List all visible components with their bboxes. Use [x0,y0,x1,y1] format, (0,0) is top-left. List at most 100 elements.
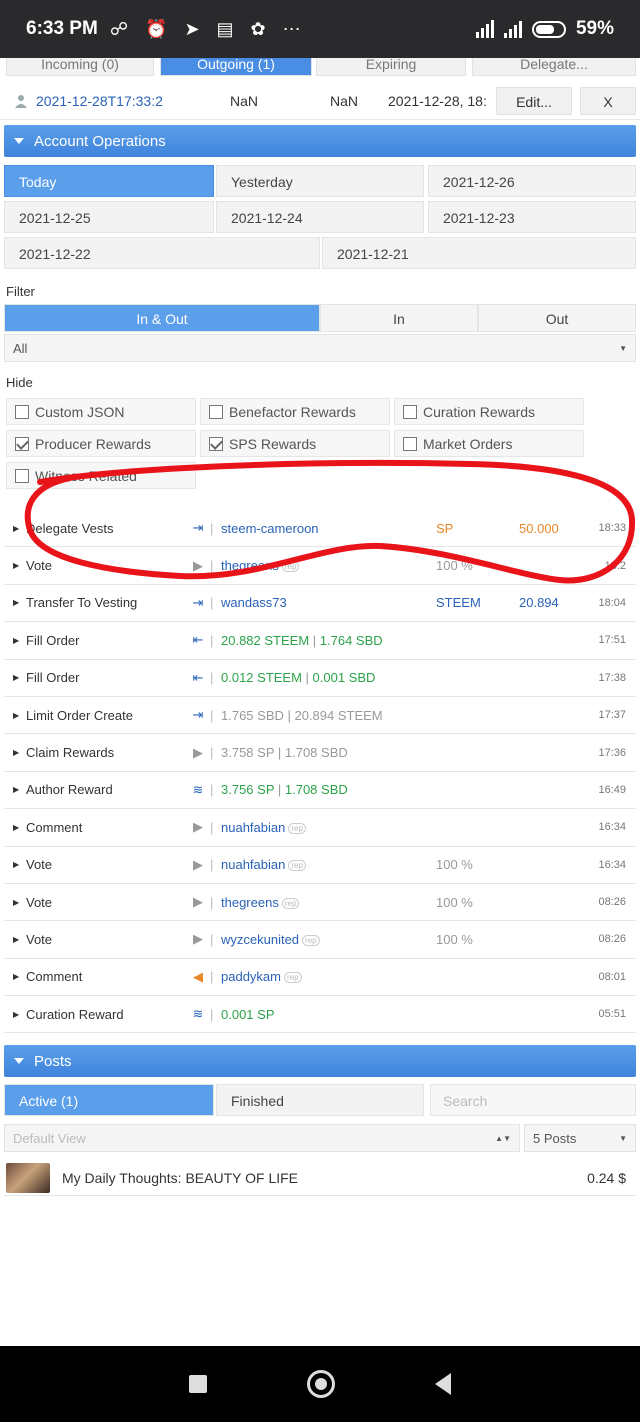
expand-caret-icon[interactable]: ▶ [13,972,19,981]
checkbox-checked-icon [209,436,223,451]
tab-expiring[interactable]: Expiring [316,58,466,76]
steem-logo-icon: ≋ [192,781,204,797]
tab-outgoing[interactable]: Outgoing (1) [160,58,312,76]
operation-detail[interactable]: thegreens rep [221,895,300,910]
account-operations-header[interactable]: Account Operations [4,125,636,157]
operation-row[interactable]: ▶ Transfer To Vesting ⇥ | wandass73 STEEM 20.8… [4,585,636,623]
edit-button[interactable]: Edit... [496,86,572,115]
expand-caret-icon[interactable]: ▶ [13,860,19,869]
hide-option-label: Benefactor Rewards [229,403,356,420]
posts-header[interactable]: Posts [4,1045,636,1077]
hide-custom-json[interactable]: Custom JSON [6,398,196,425]
operation-amount: 50.000 [519,520,559,536]
hide-producer-rewards[interactable]: Producer Rewards [6,430,196,457]
recents-icon[interactable] [189,1375,207,1393]
day-2021-12-26[interactable]: 2021-12-26 [428,165,636,197]
operation-row[interactable]: ▶ Vote ▶ | wyzcekunited rep 100 % 08:26 [4,921,636,959]
post-title[interactable]: My Daily Thoughts: BEAUTY OF LIFE [62,1170,298,1186]
operation-row[interactable]: ▶ Vote ▶ | nuahfabian rep 100 % 16:34 [4,847,636,884]
separator: | [210,1006,214,1022]
hide-option-label: Curation Rewards [423,403,536,420]
expand-caret-icon[interactable]: ▶ [13,935,19,944]
expand-caret-icon[interactable]: ▶ [13,898,19,907]
operation-row[interactable]: ▶ Author Reward ≋ | 3.756 SP | 1.708 SBD 16:4… [4,772,636,810]
home-icon[interactable] [307,1370,335,1398]
day-yesterday[interactable]: Yesterday [216,165,424,197]
separator: | [210,595,214,611]
operation-row[interactable]: ▶ Fill Order ⇤ | 0.012 STEEM | 0.001 SBD 17:3… [4,660,636,697]
day-today[interactable]: Today [4,165,214,197]
operation-row[interactable]: ▶ Claim Rewards ▶ | 3.758 SP | 1.708 SBD 17:3… [4,734,636,772]
operation-time: 17:36 [598,746,626,759]
hide-option-label: Market Orders [423,435,513,452]
post-item[interactable]: My Daily Thoughts: BEAUTY OF LIFE 0.24 $ [4,1160,636,1196]
operation-detail[interactable]: nuahfabian rep [221,820,306,835]
posts-view-select[interactable]: Default View ▲▼ [4,1124,520,1152]
tab-incoming[interactable]: Incoming (0) [6,58,154,76]
expand-caret-icon[interactable]: ▶ [13,748,19,757]
posts-count-select[interactable]: 5 Posts ▼ [524,1124,636,1152]
operation-row[interactable]: ▶ Comment ▶ | nuahfabian rep 16:34 [4,809,636,847]
tab-delegate[interactable]: Delegate... [472,58,636,76]
hide-witness-related[interactable]: Witness Related [6,462,196,489]
expand-caret-icon[interactable]: ▶ [13,561,19,570]
hide-sps-rewards[interactable]: SPS Rewards [200,430,390,457]
expand-caret-icon[interactable]: ▶ [13,711,19,720]
day-2021-12-25[interactable]: 2021-12-25 [4,201,214,233]
operation-detail-primary: nuahfabian [221,819,286,835]
day-2021-12-23[interactable]: 2021-12-23 [428,201,636,233]
hide-benefactor-rewards[interactable]: Benefactor Rewards [200,398,390,425]
operation-time: 18:04 [598,596,626,609]
operation-row[interactable]: ▶ Fill Order ⇤ | 20.882 STEEM | 1.764 SBD 17:… [4,622,636,660]
filter-out[interactable]: Out [478,304,636,332]
expand-caret-icon[interactable]: ▶ [13,524,19,533]
operation-detail[interactable]: thegreens rep [221,558,300,573]
posts-count-value: 5 Posts [533,1131,577,1146]
operation-detail-primary: 0.001 SP [221,1006,275,1022]
delegation-date[interactable]: 2021-12-28T17:33:2 [36,93,163,109]
expand-caret-icon[interactable]: ▶ [13,1010,19,1019]
expand-caret-icon[interactable]: ▶ [13,785,19,794]
collapse-triangle-icon [14,1058,24,1064]
hide-market-orders[interactable]: Market Orders [394,430,584,457]
operation-detail[interactable]: steem-cameroon [221,521,319,536]
operation-detail[interactable]: nuahfabian rep [221,857,306,872]
filter-in-out[interactable]: In & Out [4,304,320,332]
operation-detail[interactable]: paddykam rep [221,969,302,984]
operation-row[interactable]: ▶ Vote ▶ | thegreens rep 100 % 08:26 [4,884,636,922]
collapse-triangle-icon [14,138,24,144]
expand-caret-icon[interactable]: ▶ [13,636,19,645]
day-2021-12-24[interactable]: 2021-12-24 [216,201,424,233]
filter-in[interactable]: In [320,304,478,332]
operation-row[interactable]: ▶ Limit Order Create ⇥ | 1.765 SBD | 20.894 … [4,697,636,735]
posts-tab-active[interactable]: Active (1) [4,1084,214,1116]
separator: | [210,969,214,985]
day-2021-12-21[interactable]: 2021-12-21 [322,237,636,269]
operation-row[interactable]: ▶ Delegate Vests ⇥ | steem-cameroon SP 50.000 1… [4,510,636,548]
incoming-arrow-icon: ⇥ [192,707,204,723]
operation-detail[interactable]: wyzcekunited rep [221,932,320,947]
hide-curation-rewards[interactable]: Curation Rewards [394,398,584,425]
separator: | [274,782,285,798]
reputation-badge-icon: rep [283,972,302,984]
operation-row[interactable]: ▶ Vote ▶ | thegreens rep 100 % 18:2 [4,547,636,585]
expand-caret-icon[interactable]: ▶ [13,823,19,832]
operation-detail[interactable]: wandass73 [221,595,287,610]
operation-row[interactable]: ▶ Comment ◀ | paddykam rep 08:01 [4,959,636,997]
posts-tab-finished[interactable]: Finished [216,1084,424,1116]
operation-detail: 3.758 SP | 1.708 SBD [221,745,348,760]
operation-detail-primary: wyzcekunited [221,931,300,947]
day-2021-12-22[interactable]: 2021-12-22 [4,237,320,269]
incoming-arrow-icon: ⇥ [192,520,204,536]
close-button[interactable]: X [580,86,636,115]
filter-type-select[interactable]: All ▼ [4,334,636,362]
exchange-icon: ⇤ [192,669,204,685]
back-icon[interactable] [435,1373,451,1395]
expand-caret-icon[interactable]: ▶ [13,598,19,607]
separator: | [309,632,320,648]
status-bar: 6:33 PM ☍ ⏰ ➤ ▤ ✿ ⋯ 59% [0,0,640,58]
operation-detail-secondary: 1.708 SBD [284,782,348,798]
operation-row[interactable]: ▶ Curation Reward ≋ | 0.001 SP 05:51 [4,996,636,1034]
posts-search-input[interactable]: Search [430,1084,636,1116]
expand-caret-icon[interactable]: ▶ [13,673,19,682]
